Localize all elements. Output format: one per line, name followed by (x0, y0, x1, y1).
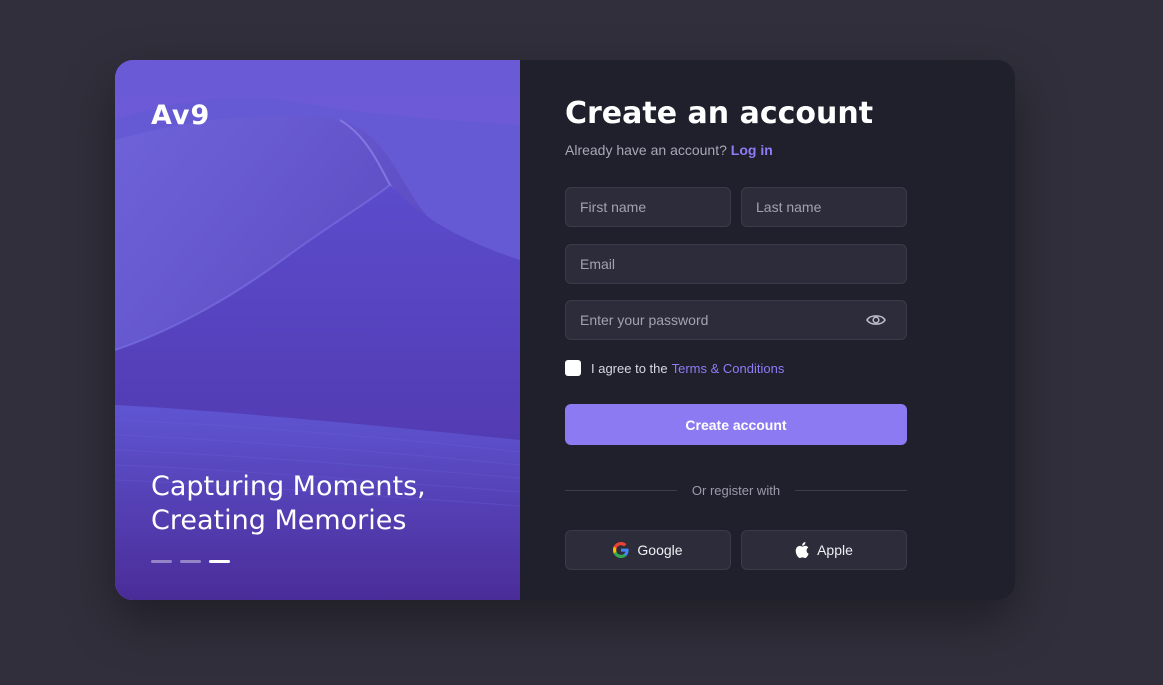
google-signup-button[interactable]: Google (565, 530, 731, 570)
divider-line-right (795, 490, 907, 491)
apple-icon (795, 542, 809, 558)
signup-card: Av9 Capturing Moments, Creating Memories… (115, 60, 1015, 600)
carousel-dot-2[interactable] (180, 560, 201, 563)
social-divider: Or register with (565, 481, 907, 501)
tagline-line-1: Capturing Moments, (151, 471, 426, 502)
first-name-input[interactable] (565, 187, 731, 227)
tagline-line-2: Creating Memories (151, 505, 407, 536)
google-icon (613, 542, 630, 558)
password-input[interactable] (565, 300, 907, 340)
hero-tagline: Capturing Moments, Creating Memories (151, 470, 426, 538)
email-input[interactable] (565, 244, 907, 284)
login-link[interactable]: Log in (731, 142, 773, 158)
google-label: Google (637, 542, 683, 558)
brand-logo: Av9 (151, 100, 211, 131)
terms-link[interactable]: Terms & Conditions (672, 361, 785, 376)
signup-form: Create an account Already have an accoun… (520, 60, 1015, 600)
last-name-input[interactable] (741, 187, 907, 227)
create-account-button[interactable]: Create account (565, 404, 907, 445)
terms-checkbox[interactable] (565, 360, 581, 376)
login-prompt: Already have an account? Log in (565, 142, 773, 158)
login-prompt-text: Already have an account? (565, 142, 727, 158)
carousel-dot-3[interactable] (209, 560, 230, 563)
carousel-dot-1[interactable] (151, 560, 172, 563)
carousel-indicators (151, 560, 230, 563)
terms-agreement: I agree to the Terms & Conditions (565, 360, 784, 376)
eye-icon[interactable] (866, 312, 886, 328)
hero-panel: Av9 Capturing Moments, Creating Memories (115, 60, 520, 600)
apple-label: Apple (817, 542, 853, 558)
page-title: Create an account (565, 96, 874, 131)
agree-text: I agree to the (591, 360, 668, 376)
apple-signup-button[interactable]: Apple (741, 530, 907, 570)
